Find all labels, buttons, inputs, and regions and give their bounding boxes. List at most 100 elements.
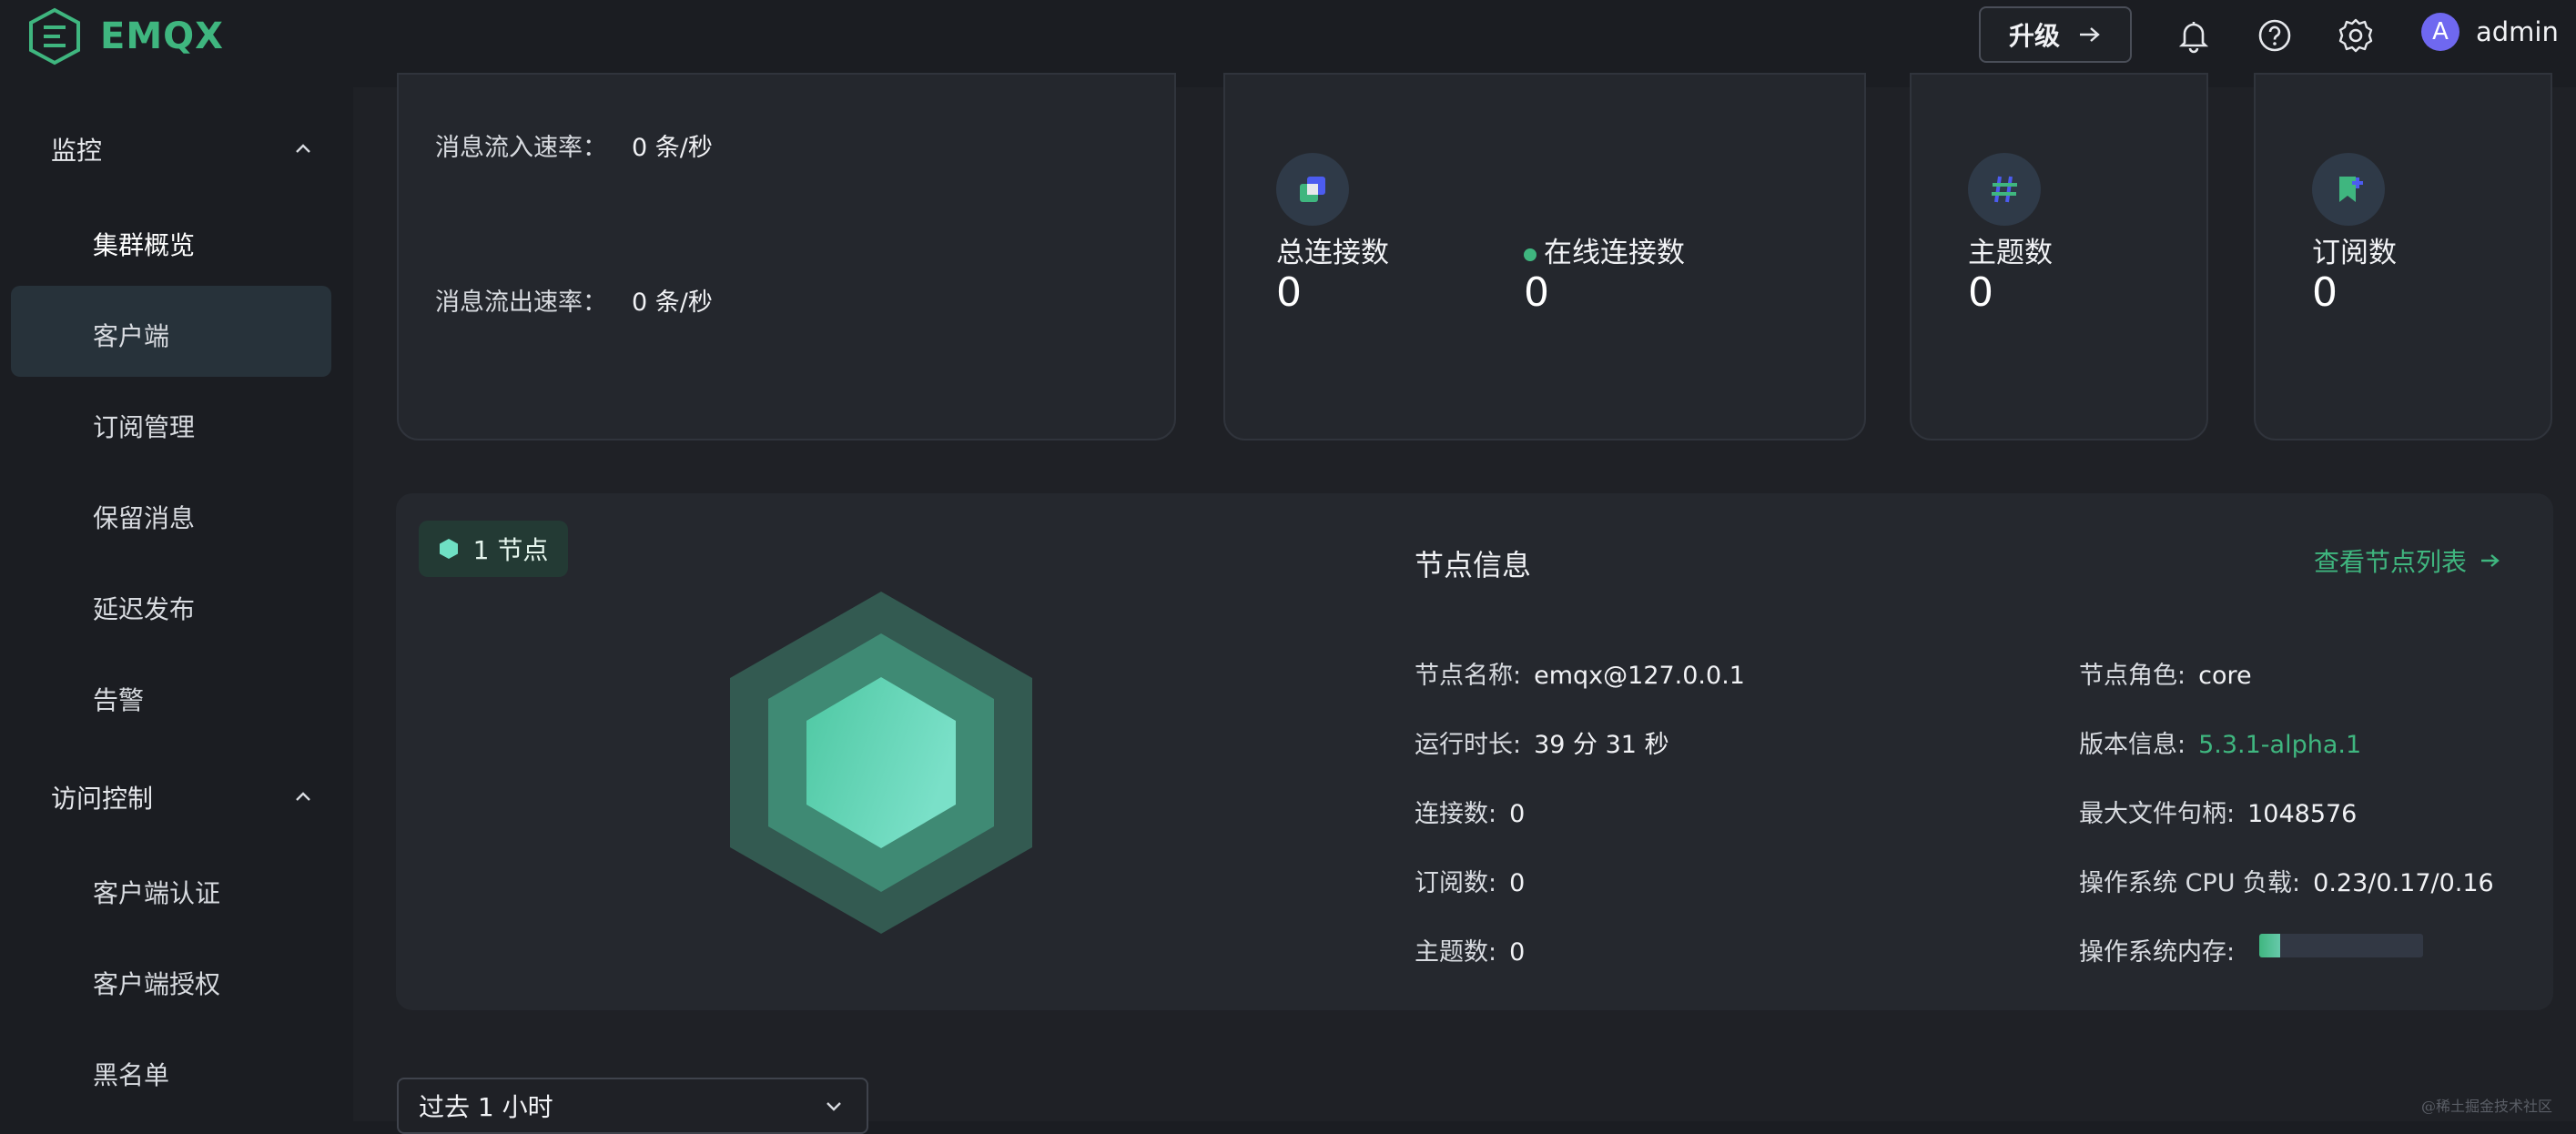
sidebar-item-cluster-overview[interactable]: 集群概览 [93, 226, 195, 262]
sidebar-item-label: 客户端 [93, 321, 170, 351]
gear-icon[interactable] [2337, 16, 2375, 55]
node-subscriptions-value: 0 [1509, 869, 1526, 897]
time-range-select[interactable]: 过去 1 小时 [397, 1078, 868, 1134]
arrow-right-icon [2080, 27, 2100, 42]
max-fds-value: 1048576 [2247, 800, 2358, 828]
node-name-row: 节点名称: emqx@127.0.0.1 [1415, 655, 1745, 691]
node-subscriptions-label: 订阅数: [1415, 869, 1497, 897]
sidebar-item-label: 黑名单 [93, 1060, 170, 1090]
sidebar: 监控 集群概览 客户端 订阅管理 保留消息 延迟发布 告警 访问控制 客户端认证… [0, 87, 353, 1121]
sidebar-item-blacklist[interactable]: 黑名单 [93, 1056, 169, 1092]
notification-bell-icon[interactable] [2175, 16, 2213, 55]
node-name-label: 节点名称: [1415, 662, 1522, 690]
sidebar-item-label: 告警 [93, 685, 145, 715]
topics-value: 0 [1968, 269, 1993, 316]
total-connections-label: 总连接数 [1276, 237, 1389, 269]
node-role-label: 节点角色: [2079, 662, 2186, 690]
sidebar-item-delayed[interactable]: 延迟发布 [93, 590, 195, 626]
node-info-title: 节点信息 [1415, 548, 1532, 582]
chevron-down-icon [827, 1102, 841, 1111]
node-count-badge[interactable]: 1 节点 [419, 521, 568, 577]
uptime-row: 运行时长: 39 分 31 秒 [1415, 724, 1669, 760]
online-connections-value: 0 [1524, 269, 1549, 316]
os-memory-bar [2259, 934, 2423, 957]
user-menu[interactable]: A admin [2421, 13, 2559, 51]
message-out-rate-label: 消息流出速率： [435, 289, 607, 317]
sidebar-group-label: 访问控制 [51, 784, 154, 814]
node-connections-label: 连接数: [1415, 800, 1497, 828]
sidebar-item-label: 延迟发布 [93, 594, 196, 624]
max-fds-row: 最大文件句柄: 1048576 [2079, 794, 2357, 829]
view-node-list-label: 查看节点列表 [2314, 547, 2468, 577]
node-count-label: 1 节点 [472, 535, 549, 565]
sidebar-item-authorization[interactable]: 客户端授权 [93, 965, 220, 1001]
online-status-dot [1524, 248, 1536, 261]
time-range-value: 过去 1 小时 [419, 1092, 553, 1122]
sidebar-group-access-control[interactable]: 访问控制 [51, 779, 153, 815]
uptime-value: 39 分 31 秒 [1534, 731, 1669, 759]
upgrade-button[interactable]: 升级 [1979, 6, 2132, 63]
node-topics-row: 主题数: 0 [1415, 932, 1525, 967]
sidebar-item-retained[interactable]: 保留消息 [93, 499, 195, 535]
subscriptions-card [2254, 73, 2552, 440]
sidebar-item-authentication[interactable]: 客户端认证 [93, 874, 220, 910]
connections-icon [1276, 153, 1349, 226]
sidebar-group-monitor[interactable]: 监控 [51, 131, 102, 167]
sidebar-item-label: 客户端认证 [93, 878, 221, 908]
node-topics-label: 主题数: [1415, 938, 1497, 967]
online-connections-label-text: 在线连接数 [1544, 237, 1685, 269]
sidebar-item-alarms[interactable]: 告警 [93, 681, 144, 717]
hashtag-icon [1968, 153, 2041, 226]
subscription-flag-icon [2312, 153, 2385, 226]
emqx-logo-icon [29, 7, 80, 66]
help-icon[interactable] [2256, 16, 2294, 55]
node-subscriptions-row: 订阅数: 0 [1415, 863, 1525, 898]
view-node-list-link[interactable]: 查看节点列表 [2314, 542, 2501, 579]
avatar: A [2421, 13, 2459, 51]
watermark: @稀土掘金技术社区 [2421, 1098, 2553, 1115]
cpu-load-row: 操作系统 CPU 负载: 0.23/0.17/0.16 [2079, 863, 2494, 898]
username: admin [2476, 16, 2559, 47]
node-hexagon-graphic[interactable] [728, 590, 1034, 936]
sidebar-item-label: 保留消息 [93, 503, 196, 533]
total-connections-value: 0 [1276, 269, 1302, 316]
os-memory-row: 操作系统内存: [2079, 932, 2235, 967]
chevron-up-icon[interactable] [289, 783, 317, 810]
topics-card [1910, 73, 2208, 440]
sidebar-item-label: 集群概览 [93, 230, 196, 260]
message-out-rate-value: 0 条/秒 [632, 289, 713, 317]
hexagon-icon [439, 539, 458, 559]
upgrade-label: 升级 [2008, 21, 2060, 51]
brand-name: EMQX [100, 15, 224, 57]
node-name-value: emqx@127.0.0.1 [1534, 662, 1745, 690]
max-fds-label: 最大文件句柄: [2079, 800, 2236, 828]
sidebar-item-subscriptions[interactable]: 订阅管理 [93, 408, 195, 444]
cpu-load-label: 操作系统 CPU 负载: [2079, 869, 2301, 897]
chevron-up-icon[interactable] [289, 135, 317, 162]
node-connections-value: 0 [1509, 800, 1526, 828]
brand[interactable]: EMQX [25, 7, 224, 66]
sidebar-group-label: 监控 [51, 136, 103, 166]
node-role-row: 节点角色: core [2079, 655, 2252, 691]
topics-label: 主题数 [1968, 237, 2053, 269]
node-role-value: core [2198, 662, 2252, 690]
subscriptions-value: 0 [2312, 269, 2338, 316]
sidebar-item-clients[interactable]: 客户端 [93, 317, 169, 353]
os-memory-bar-fill [2259, 934, 2281, 957]
node-connections-row: 连接数: 0 [1415, 794, 1525, 829]
node-topics-value: 0 [1509, 938, 1526, 967]
message-in-rate-label: 消息流入速率： [435, 134, 607, 162]
arrow-right-icon [2481, 554, 2500, 567]
version-value[interactable]: 5.3.1-alpha.1 [2198, 731, 2361, 759]
online-connections-label: 在线连接数 [1524, 229, 1685, 270]
os-memory-label: 操作系统内存: [2079, 938, 2236, 967]
sidebar-item-label: 订阅管理 [93, 412, 196, 442]
sidebar-item-active-highlight [11, 286, 331, 377]
version-row: 版本信息: 5.3.1-alpha.1 [2079, 724, 2361, 760]
message-in-rate-value: 0 条/秒 [632, 134, 713, 162]
uptime-label: 运行时长: [1415, 731, 1522, 759]
sidebar-item-label: 客户端授权 [93, 969, 221, 999]
subscriptions-label: 订阅数 [2312, 237, 2397, 269]
cpu-load-value: 0.23/0.17/0.16 [2313, 869, 2494, 897]
version-label: 版本信息: [2079, 731, 2186, 759]
